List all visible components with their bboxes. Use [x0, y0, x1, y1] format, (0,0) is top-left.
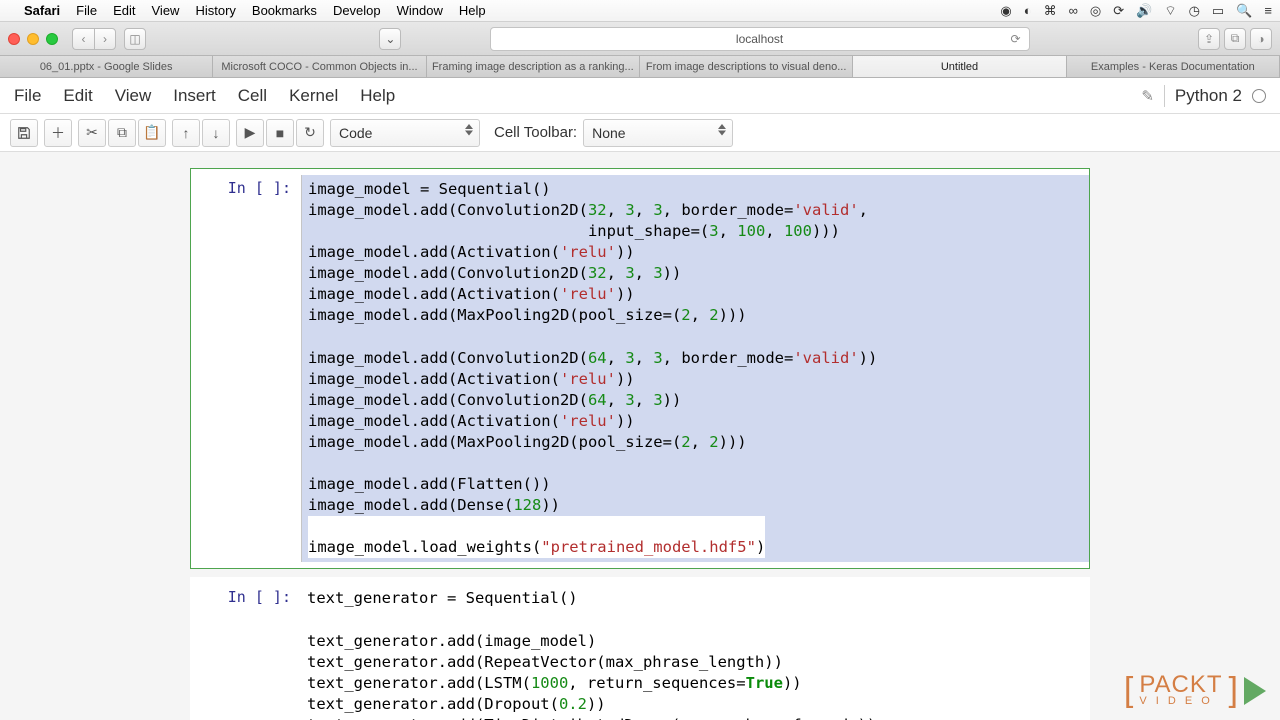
save-button[interactable] [10, 119, 38, 147]
jupyter-toolbar: ＋ ✂ ⧉ 📋 ↑ ↓ ▶ ■ ↻ Code Cell Toolbar: Non… [0, 114, 1280, 152]
safari-toolbar: ‹ › ◫ ⌄ localhost ⟳ ⇪ ⧉ ◑ [0, 22, 1280, 56]
sidebar-button[interactable]: ◫ [124, 28, 146, 50]
status-icon[interactable]: ◷ [1189, 3, 1200, 19]
new-tab-button[interactable]: ◑ [1250, 28, 1272, 50]
reader-button[interactable]: ⌄ [379, 28, 401, 50]
tabs-button[interactable]: ⧉ [1224, 28, 1246, 50]
mac-menu-edit[interactable]: Edit [113, 3, 135, 18]
window-controls [8, 33, 58, 45]
battery-icon[interactable]: ▭ [1212, 3, 1224, 19]
cell-toolbar-select[interactable]: None [583, 119, 733, 147]
menubar-status-icons: ◉ ◐ ⌘ ∞ ◎ ⟳ 🔊 ⌔ ◷ ▭ 🔍 ≡ [1000, 3, 1272, 19]
app-name[interactable]: Safari [24, 3, 60, 18]
status-icon[interactable]: ⌘ [1044, 3, 1057, 19]
forward-button[interactable]: › [94, 28, 116, 50]
back-button[interactable]: ‹ [72, 28, 94, 50]
address-bar[interactable]: localhost ⟳ [490, 27, 1030, 51]
mac-menu-window[interactable]: Window [397, 3, 443, 18]
code-cell[interactable]: In [ ]: image_model = Sequential() image… [190, 168, 1090, 569]
browser-tab[interactable]: Microsoft COCO - Common Objects in... [213, 56, 426, 77]
mac-menu-develop[interactable]: Develop [333, 3, 381, 18]
status-icon[interactable]: ◉ [1000, 3, 1011, 19]
move-up-button[interactable]: ↑ [172, 119, 200, 147]
jp-menu-help[interactable]: Help [360, 86, 395, 106]
cell-prompt: In [ ]: [191, 175, 301, 562]
browser-tab-strip: 06_01.pptx - Google Slides Microsoft COC… [0, 56, 1280, 78]
mac-menu-help[interactable]: Help [459, 3, 486, 18]
packt-watermark: [ PACKT V I D E O ] [1124, 671, 1266, 710]
mac-menu-file[interactable]: File [76, 3, 97, 18]
browser-tab[interactable]: From image descriptions to visual deno..… [640, 56, 853, 77]
jp-menu-edit[interactable]: Edit [63, 86, 92, 106]
jp-menu-view[interactable]: View [115, 86, 152, 106]
restart-button[interactable]: ↻ [296, 119, 324, 147]
interrupt-button[interactable]: ■ [266, 119, 294, 147]
volume-icon[interactable]: 🔊 [1136, 3, 1152, 19]
jupyter-menubar: File Edit View Insert Cell Kernel Help ✎… [0, 78, 1280, 114]
kernel-indicator-icon[interactable] [1252, 89, 1266, 103]
move-down-button[interactable]: ↓ [202, 119, 230, 147]
status-icon[interactable]: ◎ [1090, 3, 1101, 19]
status-icon[interactable]: ◐ [1024, 3, 1032, 18]
browser-tab-active[interactable]: Untitled [853, 56, 1066, 77]
run-button[interactable]: ▶ [236, 119, 264, 147]
zoom-window-button[interactable] [46, 33, 58, 45]
wifi-icon[interactable]: ⌔ [1164, 3, 1176, 19]
status-icon[interactable]: ⟳ [1113, 3, 1124, 19]
code-editor[interactable]: text_generator = Sequential() text_gener… [301, 584, 1089, 720]
browser-tab[interactable]: Examples - Keras Documentation [1067, 56, 1280, 77]
menu-icon[interactable]: ≡ [1264, 3, 1272, 18]
code-cell[interactable]: In [ ]: text_generator = Sequential() te… [190, 577, 1090, 720]
cell-prompt: In [ ]: [191, 584, 301, 720]
code-editor[interactable]: image_model = Sequential() image_model.a… [301, 175, 1089, 562]
jp-menu-insert[interactable]: Insert [173, 86, 216, 106]
url-text: localhost [736, 32, 783, 46]
celltype-select[interactable]: Code [330, 119, 480, 147]
kernel-name: Python 2 [1175, 86, 1242, 106]
cell-toolbar-label: Cell Toolbar: [494, 124, 577, 141]
jp-menu-kernel[interactable]: Kernel [289, 86, 338, 106]
cut-button[interactable]: ✂ [78, 119, 106, 147]
insert-cell-button[interactable]: ＋ [44, 119, 72, 147]
browser-tab[interactable]: Framing image description as a ranking..… [427, 56, 640, 77]
notebook-area: In [ ]: image_model = Sequential() image… [0, 152, 1280, 720]
separator [1164, 85, 1165, 107]
reload-icon[interactable]: ⟳ [1011, 32, 1021, 46]
edit-icon[interactable]: ✎ [1141, 87, 1154, 105]
mac-menu-view[interactable]: View [152, 3, 180, 18]
play-icon [1244, 677, 1266, 705]
browser-tab[interactable]: 06_01.pptx - Google Slides [0, 56, 213, 77]
close-window-button[interactable] [8, 33, 20, 45]
minimize-window-button[interactable] [27, 33, 39, 45]
jp-menu-file[interactable]: File [14, 86, 41, 106]
paste-button[interactable]: 📋 [138, 119, 166, 147]
jp-menu-cell[interactable]: Cell [238, 86, 267, 106]
mac-menu-bookmarks[interactable]: Bookmarks [252, 3, 317, 18]
spotlight-icon[interactable]: 🔍 [1236, 3, 1252, 19]
macos-menubar: Safari File Edit View History Bookmarks … [0, 0, 1280, 22]
status-icon[interactable]: ∞ [1069, 3, 1078, 18]
mac-menu-history[interactable]: History [195, 3, 235, 18]
copy-button[interactable]: ⧉ [108, 119, 136, 147]
share-button[interactable]: ⇪ [1198, 28, 1220, 50]
